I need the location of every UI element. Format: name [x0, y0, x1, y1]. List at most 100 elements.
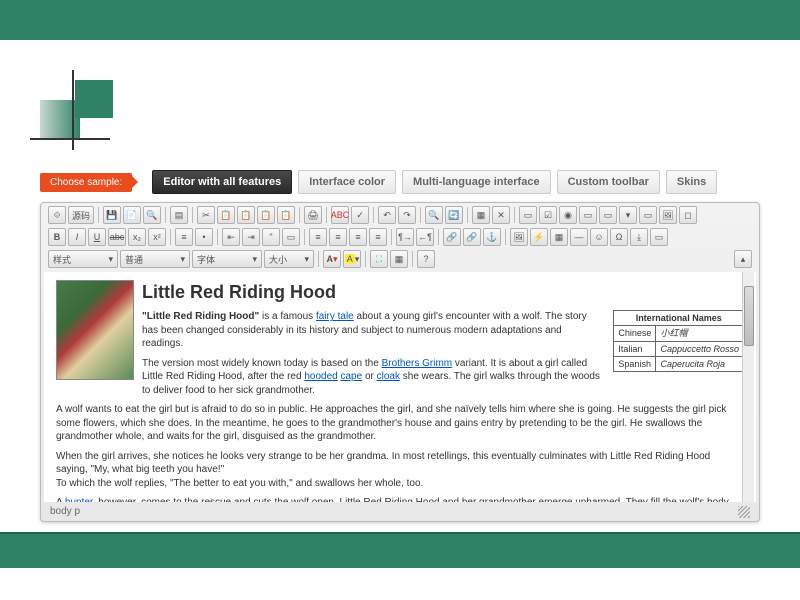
- special-char-icon[interactable]: Ω: [610, 228, 628, 246]
- iframe-icon[interactable]: ▭: [650, 228, 668, 246]
- paragraph: A hunter, however, comes to the rescue a…: [56, 496, 744, 502]
- show-blocks-icon[interactable]: ▦: [390, 250, 408, 268]
- text-color-button[interactable]: A▾: [323, 250, 341, 268]
- copy-icon[interactable]: 📋: [217, 206, 235, 224]
- logo-area: [0, 40, 800, 170]
- resize-handle[interactable]: [738, 506, 750, 518]
- image-icon[interactable]: 🖼: [510, 228, 528, 246]
- imagebutton-icon[interactable]: 🖼: [659, 206, 677, 224]
- paste-word-icon[interactable]: 📋: [277, 206, 295, 224]
- link-icon[interactable]: 🔗: [443, 228, 461, 246]
- bg-color-button[interactable]: A▾: [343, 250, 361, 268]
- table-icon[interactable]: ▦: [550, 228, 568, 246]
- form-icon[interactable]: ▭: [519, 206, 537, 224]
- select-all-icon[interactable]: ▦: [472, 206, 490, 224]
- save-icon[interactable]: 💾: [103, 206, 121, 224]
- align-center-icon[interactable]: ≡: [329, 228, 347, 246]
- button-icon[interactable]: ▭: [639, 206, 657, 224]
- tab-skins[interactable]: Skins: [666, 170, 717, 194]
- size-dropdown[interactable]: 大小▾: [264, 250, 314, 268]
- scayt-icon[interactable]: ✓: [351, 206, 369, 224]
- tab-interface-color[interactable]: Interface color: [298, 170, 396, 194]
- paragraph: When the girl arrives, she notices he lo…: [56, 450, 744, 491]
- link-cape[interactable]: cape: [340, 371, 362, 382]
- element-path[interactable]: body p: [50, 506, 80, 518]
- templates-icon[interactable]: ▤: [170, 206, 188, 224]
- spellcheck-icon[interactable]: ABC: [331, 206, 349, 224]
- link-fairy-tale[interactable]: fairy tale: [316, 311, 354, 322]
- paste-text-icon[interactable]: 📋: [257, 206, 275, 224]
- print-icon[interactable]: 🖨: [304, 206, 322, 224]
- ltr-icon[interactable]: ¶→: [396, 228, 414, 246]
- align-right-icon[interactable]: ≡: [349, 228, 367, 246]
- align-justify-icon[interactable]: ≡: [369, 228, 387, 246]
- strike-button[interactable]: abc: [108, 228, 126, 246]
- source-button[interactable]: ⟐: [48, 206, 66, 224]
- illustration-image: [56, 280, 134, 380]
- content-title: Little Red Riding Hood: [56, 280, 744, 304]
- subscript-button[interactable]: x₂: [128, 228, 146, 246]
- link-brothers-grimm[interactable]: Brothers Grimm: [382, 358, 453, 369]
- styles-dropdown[interactable]: 样式▾: [48, 250, 118, 268]
- rtl-icon[interactable]: ←¶: [416, 228, 434, 246]
- paste-icon[interactable]: 📋: [237, 206, 255, 224]
- link-hooded[interactable]: hooded: [304, 371, 337, 382]
- collapse-toolbar-icon[interactable]: ▴: [734, 250, 752, 268]
- link-cloak[interactable]: cloak: [377, 371, 400, 382]
- hidden-icon[interactable]: ◻: [679, 206, 697, 224]
- undo-icon[interactable]: ↶: [378, 206, 396, 224]
- new-page-icon[interactable]: 📄: [123, 206, 141, 224]
- scrollbar[interactable]: [742, 272, 754, 502]
- underline-button[interactable]: U: [88, 228, 106, 246]
- intl-names-table: International Names Chinese小红帽 ItalianCa…: [613, 310, 744, 372]
- bulleted-list-icon[interactable]: •: [195, 228, 213, 246]
- about-icon[interactable]: ?: [417, 250, 435, 268]
- top-bar: [0, 0, 800, 40]
- smiley-icon[interactable]: ☺: [590, 228, 608, 246]
- preview-icon[interactable]: 🔍: [143, 206, 161, 224]
- checkbox-icon[interactable]: ☑: [539, 206, 557, 224]
- superscript-button[interactable]: x²: [148, 228, 166, 246]
- redo-icon[interactable]: ↷: [398, 206, 416, 224]
- editor: ⟐ 源码 💾 📄 🔍 ▤ ✂ 📋 📋 📋 📋 🖨 ABC ✓ ↶ ↷ 🔍 🔄: [40, 202, 760, 522]
- select-icon[interactable]: ▾: [619, 206, 637, 224]
- anchor-icon[interactable]: ⚓: [483, 228, 501, 246]
- remove-format-icon[interactable]: ✕: [492, 206, 510, 224]
- toolbar-row-3: 样式▾ 普通▾ 字体▾ 大小▾ A▾ A▾ ⛶ ▦ ? ▴: [42, 248, 758, 270]
- status-bar: body p: [42, 504, 758, 520]
- maximize-icon[interactable]: ⛶: [370, 250, 388, 268]
- editor-content[interactable]: Little Red Riding Hood International Nam…: [44, 272, 756, 502]
- align-left-icon[interactable]: ≡: [309, 228, 327, 246]
- source-label[interactable]: 源码: [68, 206, 94, 224]
- font-dropdown[interactable]: 字体▾: [192, 250, 262, 268]
- hr-icon[interactable]: —: [570, 228, 588, 246]
- table-header: International Names: [614, 311, 744, 326]
- blockquote-icon[interactable]: ": [262, 228, 280, 246]
- format-dropdown[interactable]: 普通▾: [120, 250, 190, 268]
- link-hunter[interactable]: hunter: [65, 497, 93, 502]
- div-icon[interactable]: ▭: [282, 228, 300, 246]
- tab-custom-toolbar[interactable]: Custom toolbar: [557, 170, 660, 194]
- table-row: SpanishCaperucita Roja: [614, 356, 744, 371]
- italic-button[interactable]: I: [68, 228, 86, 246]
- outdent-icon[interactable]: ⇤: [222, 228, 240, 246]
- choose-sample-badge: Choose sample:: [40, 173, 132, 192]
- find-icon[interactable]: 🔍: [425, 206, 443, 224]
- replace-icon[interactable]: 🔄: [445, 206, 463, 224]
- indent-icon[interactable]: ⇥: [242, 228, 260, 246]
- flash-icon[interactable]: ⚡: [530, 228, 548, 246]
- page-break-icon[interactable]: ⤓: [630, 228, 648, 246]
- numbered-list-icon[interactable]: ≡: [175, 228, 193, 246]
- logo: [40, 80, 120, 150]
- cut-icon[interactable]: ✂: [197, 206, 215, 224]
- table-row: Chinese小红帽: [614, 326, 744, 341]
- tabs-row: Choose sample: Editor with all features …: [40, 170, 760, 194]
- bold-button[interactable]: B: [48, 228, 66, 246]
- radio-icon[interactable]: ◉: [559, 206, 577, 224]
- paragraph: A wolf wants to eat the girl but is afra…: [56, 403, 744, 444]
- tab-multi-lang[interactable]: Multi-language interface: [402, 170, 551, 194]
- textfield-icon[interactable]: ▭: [579, 206, 597, 224]
- tab-all-features[interactable]: Editor with all features: [152, 170, 292, 194]
- textarea-icon[interactable]: ▭: [599, 206, 617, 224]
- unlink-icon[interactable]: 🔗: [463, 228, 481, 246]
